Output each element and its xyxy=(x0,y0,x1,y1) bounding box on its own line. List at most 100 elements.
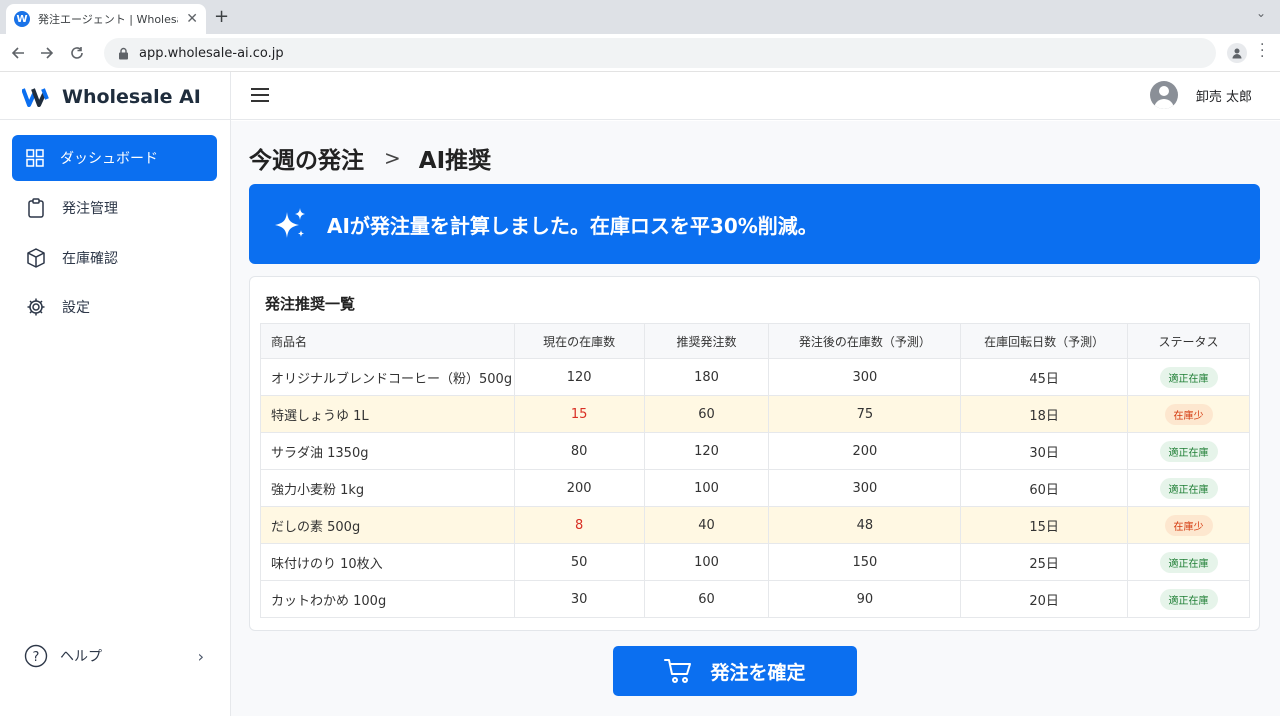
column-header: 在庫回転日数（予測） xyxy=(960,323,1129,359)
current-stock: 15 xyxy=(513,395,645,433)
turnover-days: 30日 xyxy=(960,432,1129,470)
stock-after-order: 90 xyxy=(768,580,962,618)
turnover-days: 25日 xyxy=(960,543,1129,581)
address-bar[interactable]: app.wholesale-ai.co.jp xyxy=(104,38,1216,68)
turnover-days: 15日 xyxy=(960,506,1129,544)
status-badge: 適正在庫 xyxy=(1159,588,1218,610)
sidebar-item-settings[interactable]: 設定 xyxy=(12,284,217,330)
tab-title: 発注エージェント | Wholesale AI xyxy=(38,13,178,26)
recommendation-card: 発注推奨一覧 商品名 現在の在庫数 推奨発注数 発注後の在庫数（予測） 在庫回転… xyxy=(249,276,1260,631)
divider xyxy=(0,119,231,120)
product-name: サラダ油 1350g xyxy=(260,432,515,470)
new-tab-icon[interactable]: + xyxy=(214,6,229,27)
table-row[interactable]: オリジナルブレンドコーヒー（粉）500g 120 180 300 45日 適正在… xyxy=(260,358,1250,396)
stock-after-order: 150 xyxy=(768,543,962,581)
column-header: 推奨発注数 xyxy=(643,323,770,359)
status-cell: 在庫少 xyxy=(1127,395,1250,433)
table-title: 発注推奨一覧 xyxy=(265,295,356,313)
recommended-qty: 180 xyxy=(643,358,770,396)
sidebar-item-label: ヘルプ xyxy=(60,649,102,665)
logo-icon xyxy=(22,88,49,107)
sidebar-item-inventory[interactable]: 在庫確認 xyxy=(12,235,217,281)
status-cell: 適正在庫 xyxy=(1127,432,1250,470)
box-icon xyxy=(27,248,45,268)
recommendation-table: 商品名 現在の在庫数 推奨発注数 発注後の在庫数（予測） 在庫回転日数（予測） … xyxy=(260,323,1250,618)
table-row[interactable]: サラダ油 1350g 80 120 200 30日 適正在庫 xyxy=(260,432,1250,470)
brand[interactable]: Wholesale AI xyxy=(22,84,201,110)
product-name: 強力小麦粉 1kg xyxy=(260,469,515,507)
stock-after-order: 300 xyxy=(768,358,962,396)
ai-banner: AIが発注量を計算しました。在庫ロスを平30%削減。 xyxy=(249,184,1260,264)
user-menu[interactable]: 卸売 太郎 xyxy=(1149,81,1252,109)
brand-name: Wholesale AI xyxy=(62,86,201,108)
tab-search-icon[interactable]: ⌄ xyxy=(1256,6,1266,20)
url-text: app.wholesale-ai.co.jp xyxy=(139,45,284,61)
stock-after-order: 300 xyxy=(768,469,962,507)
recommended-qty: 40 xyxy=(643,506,770,544)
breadcrumb-item[interactable]: 今週の発注 xyxy=(249,141,364,175)
column-header: 現在の在庫数 xyxy=(513,323,645,359)
current-stock: 200 xyxy=(513,469,645,507)
browser-tab[interactable]: W 発注エージェント | Wholesale AI ✕ xyxy=(6,4,206,34)
product-name: だしの素 500g xyxy=(260,506,515,544)
banner-message: AIが発注量を計算しました。在庫ロスを平30%削減。 xyxy=(327,213,818,238)
table-row[interactable]: 味付けのり 10枚入 50 100 150 25日 適正在庫 xyxy=(260,543,1250,581)
status-badge: 適正在庫 xyxy=(1159,366,1218,388)
status-badge: 在庫少 xyxy=(1164,403,1213,425)
table-row[interactable]: 特選しょうゆ 1L 15 60 75 18日 在庫少 xyxy=(260,395,1250,433)
close-tab-icon[interactable]: ✕ xyxy=(186,11,198,27)
forward-icon[interactable] xyxy=(37,43,57,63)
turnover-days: 45日 xyxy=(960,358,1129,396)
favicon-icon: W xyxy=(14,11,30,27)
product-name: オリジナルブレンドコーヒー（粉）500g xyxy=(260,358,515,396)
stock-after-order: 75 xyxy=(768,395,962,433)
reload-icon[interactable] xyxy=(67,43,87,63)
table-row[interactable]: カットわかめ 100g 30 60 90 20日 適正在庫 xyxy=(260,580,1250,618)
browser-profile-icon[interactable] xyxy=(1227,43,1247,63)
status-cell: 適正在庫 xyxy=(1127,580,1250,618)
browser-menu-icon[interactable]: · · · xyxy=(1260,38,1264,64)
status-badge: 適正在庫 xyxy=(1159,440,1218,462)
current-stock: 30 xyxy=(513,580,645,618)
current-stock: 120 xyxy=(513,358,645,396)
product-name: 味付けのり 10枚入 xyxy=(260,543,515,581)
column-header: 商品名 xyxy=(260,323,515,359)
turnover-days: 20日 xyxy=(960,580,1129,618)
sidebar-item-label: 在庫確認 xyxy=(62,251,118,267)
back-icon[interactable] xyxy=(8,43,28,63)
sidebar-item-dashboard[interactable]: ダッシュボード xyxy=(12,135,217,181)
browser-tab-bar: W 発注エージェント | Wholesale AI ✕ + ⌄ xyxy=(0,0,1280,34)
sidebar-item-help[interactable]: ? ヘルプ › xyxy=(24,643,204,669)
current-stock: 8 xyxy=(513,506,645,544)
help-circle-icon: ? xyxy=(24,644,48,668)
app-header: 卸売 太郎 xyxy=(231,72,1280,120)
product-name: 特選しょうゆ 1L xyxy=(260,395,515,433)
svg-text:?: ? xyxy=(33,650,40,665)
breadcrumb-separator: > xyxy=(384,146,401,170)
recommended-qty: 60 xyxy=(643,395,770,433)
table-row[interactable]: 強力小麦粉 1kg 200 100 300 60日 適正在庫 xyxy=(260,469,1250,507)
chevron-right-icon: › xyxy=(197,646,204,666)
column-header: 発注後の在庫数（予測） xyxy=(768,323,962,359)
table-header-row: 商品名 現在の在庫数 推奨発注数 発注後の在庫数（予測） 在庫回転日数（予測） … xyxy=(260,323,1250,359)
confirm-order-button[interactable]: 発注を確定 xyxy=(613,646,857,696)
sidebar-item-orders[interactable]: 発注管理 xyxy=(12,185,217,231)
sidebar-item-label: 設定 xyxy=(62,300,90,316)
status-badge: 適正在庫 xyxy=(1159,477,1218,499)
product-name: カットわかめ 100g xyxy=(260,580,515,618)
menu-icon[interactable] xyxy=(251,88,269,102)
sidebar-item-label: 発注管理 xyxy=(62,201,118,217)
grid-icon xyxy=(26,149,44,167)
avatar xyxy=(1149,81,1178,109)
status-cell: 適正在庫 xyxy=(1127,543,1250,581)
browser-toolbar: app.wholesale-ai.co.jp · · · xyxy=(0,34,1280,72)
status-cell: 適正在庫 xyxy=(1127,469,1250,507)
breadcrumb: 今週の発注 > AI推奨 xyxy=(249,141,491,175)
table-row[interactable]: だしの素 500g 8 40 48 15日 在庫少 xyxy=(260,506,1250,544)
user-name: 卸売 太郎 xyxy=(1195,89,1252,105)
status-badge: 在庫少 xyxy=(1164,514,1213,536)
turnover-days: 60日 xyxy=(960,469,1129,507)
recommended-qty: 120 xyxy=(643,432,770,470)
status-cell: 在庫少 xyxy=(1127,506,1250,544)
status-badge: 適正在庫 xyxy=(1159,551,1218,573)
